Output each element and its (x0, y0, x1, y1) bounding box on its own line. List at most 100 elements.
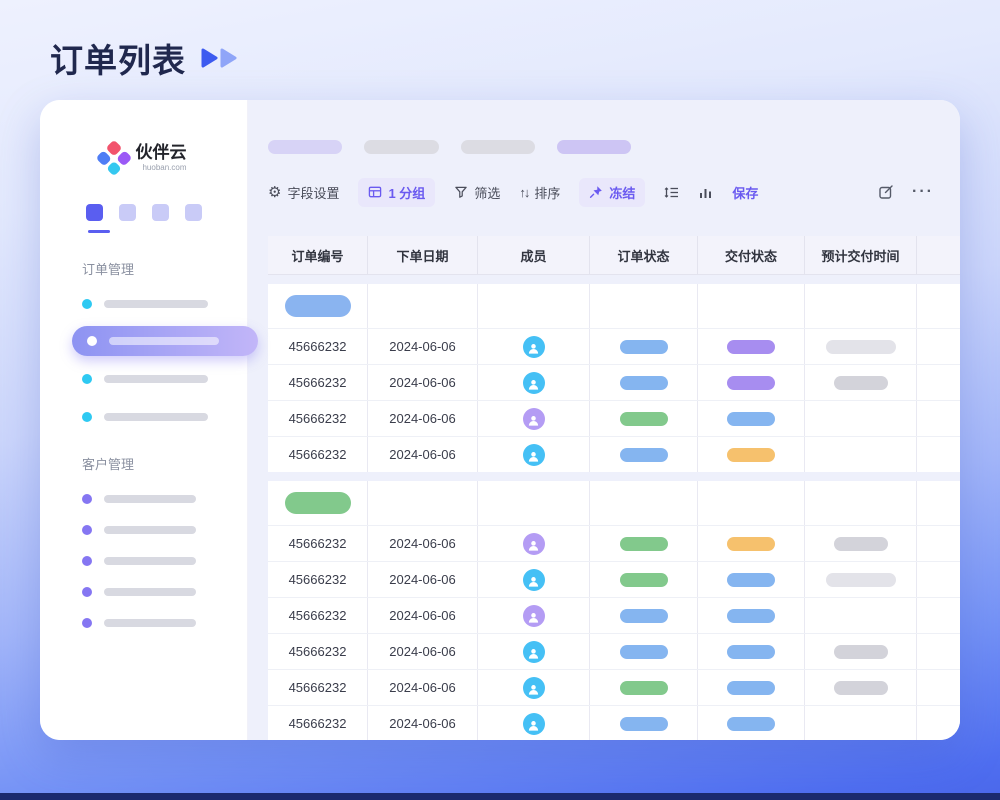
group-cell (698, 481, 805, 525)
sidebar-tab[interactable] (86, 204, 103, 221)
group-cell (478, 481, 590, 525)
sidebar-item[interactable] (82, 607, 247, 638)
sidebar-tab[interactable] (185, 204, 202, 221)
chart-icon[interactable] (698, 185, 713, 200)
column-header-empty (917, 236, 960, 274)
column-header[interactable]: 成员 (478, 236, 590, 274)
field-settings-label: 字段设置 (287, 183, 339, 202)
toolbar: ⚙ 字段设置 1 分组 筛选 ↑↓ 排序 (268, 178, 960, 206)
filter-label: 筛选 (474, 183, 500, 202)
funnel-icon (454, 185, 468, 199)
member-cell (478, 634, 590, 669)
order-status-cell (590, 562, 698, 597)
group-grid-icon (368, 185, 382, 199)
table-row[interactable]: 456662322024-06-06 (268, 525, 960, 561)
empty-cell (917, 706, 960, 740)
view-tab[interactable] (364, 140, 439, 154)
table-row[interactable]: 456662322024-06-06 (268, 328, 960, 364)
table-row[interactable]: 456662322024-06-06 (268, 561, 960, 597)
table-row[interactable]: 456662322024-06-06 (268, 436, 960, 472)
column-header[interactable]: 交付状态 (698, 236, 805, 274)
person-icon (527, 414, 540, 427)
table-row[interactable]: 456662322024-06-06 (268, 669, 960, 705)
toolbar-right: ··· (878, 184, 934, 200)
table-body: 456662322024-06-06456662322024-06-064566… (268, 284, 960, 740)
eta-cell (805, 706, 917, 740)
sidebar-item[interactable] (82, 576, 247, 607)
delivery-status-pill (727, 681, 775, 695)
column-header[interactable]: 预计交付时间 (805, 236, 917, 274)
app-window: 伙伴云 huoban.com 订单管理客户管理 ⚙ 字段设置 1 分组 (40, 100, 960, 740)
sidebar-item[interactable] (72, 326, 258, 356)
member-avatar (523, 444, 545, 466)
sidebar-tab[interactable] (119, 204, 136, 221)
eta-placeholder (834, 645, 888, 659)
member-cell (478, 562, 590, 597)
delivery-status-pill (727, 573, 775, 587)
row-height-icon[interactable] (664, 185, 679, 200)
table-row[interactable]: 456662322024-06-06 (268, 633, 960, 669)
sidebar-item[interactable] (82, 401, 247, 432)
column-header[interactable]: 订单编号 (268, 236, 368, 274)
group-header-row[interactable] (268, 481, 960, 525)
member-cell (478, 526, 590, 561)
save-button[interactable]: 保存 (732, 183, 758, 202)
delivery-status-cell (698, 562, 805, 597)
delivery-status-cell (698, 329, 805, 364)
group-cell (268, 284, 368, 328)
delivery-status-cell (698, 526, 805, 561)
section-items (40, 483, 247, 638)
item-dot (82, 525, 92, 535)
sort-button[interactable]: ↑↓ 排序 (519, 183, 560, 202)
table-group: 456662322024-06-06456662322024-06-064566… (268, 481, 960, 740)
group-header-row[interactable] (268, 284, 960, 328)
order-status-cell (590, 365, 698, 400)
order-no-cell: 45666232 (268, 634, 368, 669)
group-cell (805, 481, 917, 525)
table-row[interactable]: 456662322024-06-06 (268, 400, 960, 436)
delivery-status-pill (727, 376, 775, 390)
empty-cell (917, 329, 960, 364)
sidebar-item[interactable] (82, 363, 247, 394)
delivery-status-cell (698, 706, 805, 740)
view-tab[interactable] (268, 140, 342, 154)
sidebar-item[interactable] (82, 514, 247, 545)
column-header[interactable]: 订单状态 (590, 236, 698, 274)
item-label-placeholder (104, 588, 196, 596)
order-status-pill (620, 573, 668, 587)
page-title: 订单列表 (50, 34, 186, 82)
order-date-cell: 2024-06-06 (368, 437, 478, 472)
eta-placeholder (826, 573, 896, 587)
table-row[interactable]: 456662322024-06-06 (268, 705, 960, 740)
sidebar-item[interactable] (82, 545, 247, 576)
view-tab[interactable] (461, 140, 535, 154)
freeze-button[interactable]: 冻结 (579, 178, 645, 207)
sidebar-item[interactable] (82, 288, 247, 319)
eta-cell (805, 634, 917, 669)
group-label-pill (285, 492, 351, 514)
table-row[interactable]: 456662322024-06-06 (268, 597, 960, 633)
person-icon (527, 647, 540, 660)
sidebar-sections: 订单管理客户管理 (40, 259, 247, 638)
more-button[interactable]: ··· (912, 184, 934, 200)
order-status-pill (620, 609, 668, 623)
sort-label: 排序 (534, 183, 560, 202)
eta-cell (805, 437, 917, 472)
edit-icon[interactable] (878, 184, 894, 200)
delivery-status-pill (727, 537, 775, 551)
group-button[interactable]: 1 分组 (358, 178, 435, 207)
sidebar-item[interactable] (82, 483, 247, 514)
brand-petal (105, 140, 121, 156)
filter-button[interactable]: 筛选 (454, 183, 500, 202)
empty-cell (917, 365, 960, 400)
view-tab[interactable] (557, 140, 631, 154)
delivery-status-cell (698, 365, 805, 400)
table-row[interactable]: 456662322024-06-06 (268, 364, 960, 400)
group-cell (805, 284, 917, 328)
column-header[interactable]: 下单日期 (368, 236, 478, 274)
brand-text: 伙伴云 huoban.com (136, 144, 187, 172)
field-settings-button[interactable]: ⚙ 字段设置 (268, 183, 339, 202)
item-label-placeholder (104, 526, 196, 534)
brand-domain: huoban.com (136, 163, 187, 172)
sidebar-tab[interactable] (152, 204, 169, 221)
